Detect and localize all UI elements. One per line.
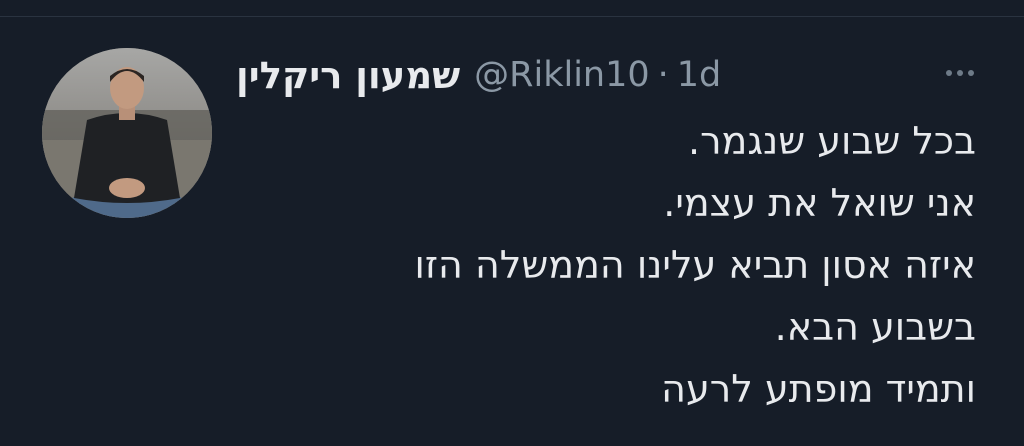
more-options-button[interactable] — [938, 58, 982, 88]
profile-photo-icon — [42, 48, 212, 218]
ellipsis-icon — [968, 70, 974, 76]
tweet-text: בכל שבוע שנגמר. אני שואל את עצמי. איזה א… — [216, 110, 976, 420]
avatar[interactable] — [42, 48, 212, 218]
tweet-line: איזה אסון תביא עלינו הממשלה הזו — [414, 243, 976, 287]
tweet-line: אני שואל את עצמי. — [663, 181, 976, 225]
tweet-header: שמעון ריקלין @Riklin10 · 1d — [236, 50, 721, 100]
tweet-timestamp[interactable]: 1d — [677, 55, 722, 95]
tweet-line: בכל שבוע שנגמר. — [688, 119, 976, 163]
separator-dot: · — [657, 55, 669, 95]
tweet-line: ותמיד מופתע לרעה — [661, 367, 976, 411]
author-display-name[interactable]: שמעון ריקלין — [236, 54, 460, 97]
divider — [0, 16, 1024, 17]
ellipsis-icon — [957, 70, 963, 76]
author-handle[interactable]: @Riklin10 — [474, 55, 649, 95]
tweet-card: שמעון ריקלין @Riklin10 · 1d בכל שבוע שנג… — [0, 0, 1024, 446]
ellipsis-icon — [946, 70, 952, 76]
tweet-line: בשבוע הבא. — [774, 305, 976, 349]
